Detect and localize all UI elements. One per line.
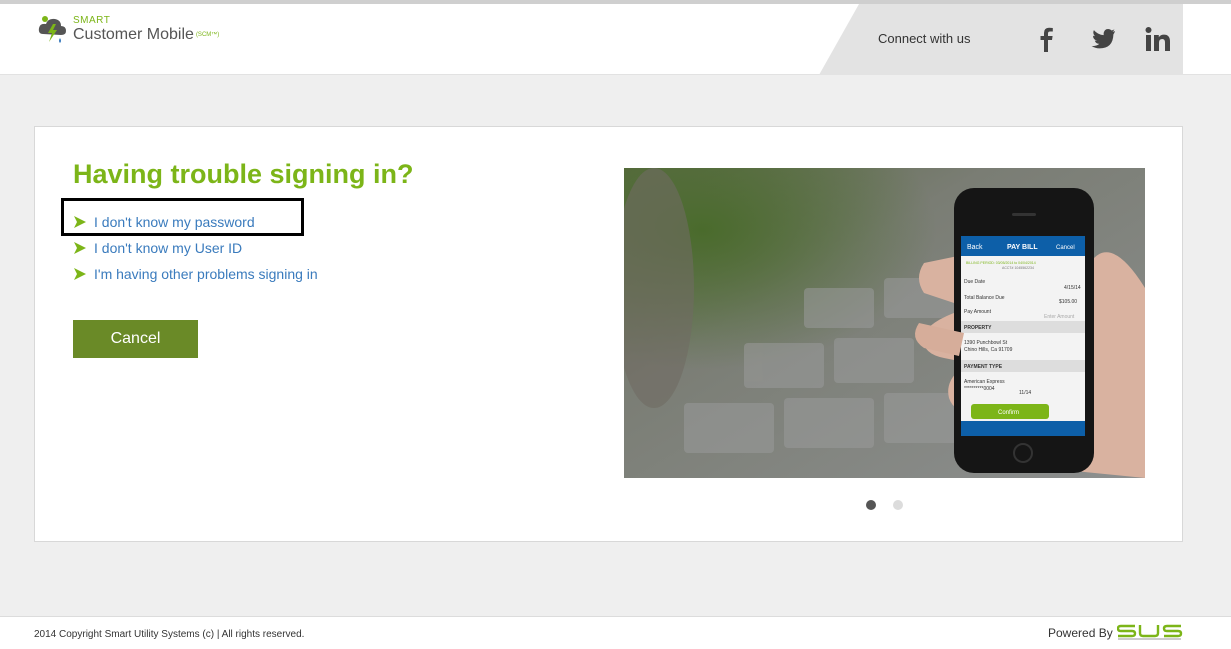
list-item: I don't know my User ID (73, 235, 318, 261)
phone-card-exp: 11/14 (1019, 390, 1031, 396)
twitter-icon[interactable] (1087, 24, 1117, 54)
copyright-text: 2014 Copyright Smart Utility Systems (c)… (34, 629, 305, 640)
phone-confirm-button: Confirm (998, 410, 1019, 416)
phone-payment-header: PAYMENT TYPE (964, 364, 1003, 370)
phone-total-label: Total Balance Due (964, 295, 1005, 301)
green-arrow-icon (74, 268, 86, 280)
help-links-list: I don't know my password I don't know my… (73, 209, 318, 287)
carousel-dot-1[interactable] (866, 500, 876, 510)
hand-holding-phone-photo: Back PAY BILL Cancel BILLING PERIOD: 03/… (624, 168, 1145, 478)
site-footer: 2014 Copyright Smart Utility Systems (c)… (0, 616, 1231, 649)
phone-address-line-2: Chino Hills, Ca 91709 (964, 347, 1013, 353)
green-arrow-icon (74, 216, 86, 228)
connect-panel: Connect with us (819, 4, 1183, 75)
list-item: I'm having other problems signing in (73, 261, 318, 287)
logo-small-text: SMART (73, 15, 111, 26)
cloud-bolt-logo-icon (38, 16, 66, 43)
green-arrow-icon (74, 242, 86, 254)
phone-card-number: **********0004 (964, 386, 995, 392)
connect-with-us-label: Connect with us (878, 31, 971, 46)
phone-address-line-1: 1390 Punchbowl St (964, 340, 1008, 346)
phone-pay-placeholder: Enter Amount (1044, 314, 1075, 320)
logo-title: Customer Mobile (73, 26, 194, 43)
smart-customer-mobile-logo[interactable]: SMART Customer Mobile (SCM™) (36, 12, 236, 52)
powered-by-label: Powered By (1048, 626, 1113, 640)
logo-trademark: (SCM™) (195, 31, 220, 38)
forgot-password-link[interactable]: I don't know my password (94, 214, 255, 230)
phone-property-header: PROPERTY (964, 325, 992, 331)
phone-pay-label: Pay Amount (964, 309, 992, 315)
linkedin-icon[interactable] (1143, 24, 1173, 54)
sus-logo-icon[interactable] (1117, 623, 1183, 641)
phone-account: ACCT# 1045562234 (1002, 266, 1034, 270)
list-item: I don't know my password (73, 209, 318, 235)
phone-title: PAY BILL (1007, 244, 1038, 251)
site-header: SMART Customer Mobile (SCM™) Connect with… (0, 4, 1231, 75)
forgot-user-id-link[interactable]: I don't know my User ID (94, 240, 242, 256)
page-title: Having trouble signing in? (73, 159, 414, 189)
facebook-icon[interactable] (1031, 24, 1061, 54)
carousel-pagination (866, 500, 920, 510)
phone-due-date-label: Due Date (964, 279, 985, 285)
phone-cancel-label: Cancel (1056, 245, 1075, 251)
carousel-slide-image: Back PAY BILL Cancel BILLING PERIOD: 03/… (624, 168, 1145, 478)
cancel-button[interactable]: Cancel (73, 320, 198, 358)
other-problems-link[interactable]: I'm having other problems signing in (94, 266, 318, 282)
phone-billing-period: BILLING PERIOD: 03/05/2014 to 04/04/2014 (966, 261, 1036, 265)
trouble-signing-in-card: Having trouble signing in? I don't know … (34, 126, 1183, 542)
logo-main-text: Customer Mobile (SCM™) (73, 26, 219, 44)
phone-due-date: 4/15/14 (1064, 285, 1081, 291)
connect-panel-background (819, 4, 1183, 75)
phone-card-name: American Express (964, 379, 1005, 385)
carousel-dot-2[interactable] (893, 500, 903, 510)
phone-total: $105.00 (1059, 299, 1077, 305)
phone-back-label: Back (967, 244, 983, 251)
